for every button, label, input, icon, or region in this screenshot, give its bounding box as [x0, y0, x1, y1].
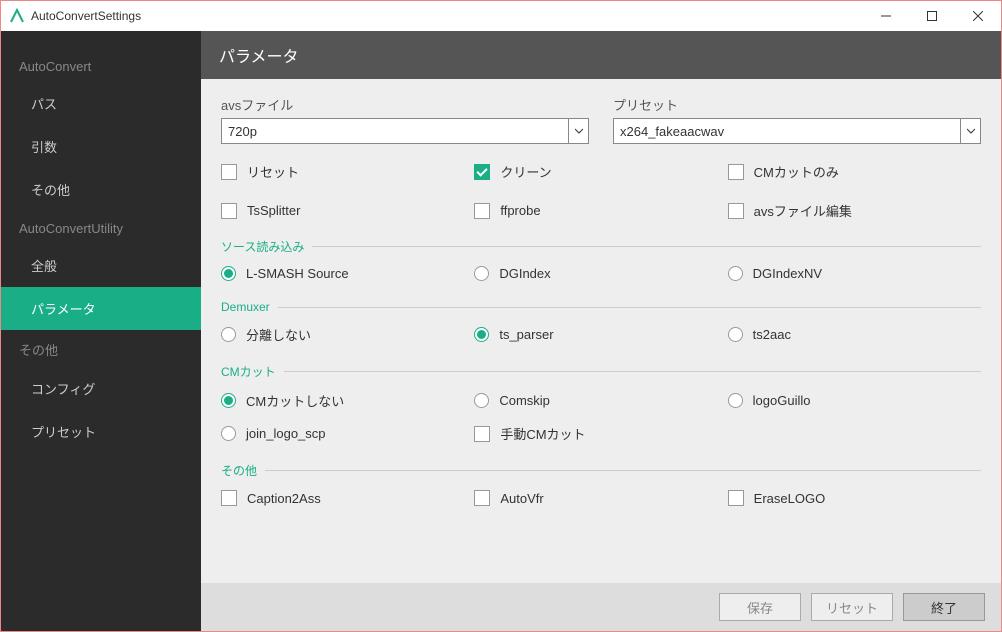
checkbox-icon — [474, 164, 490, 180]
close-button[interactable] — [955, 1, 1001, 31]
app-icon — [9, 8, 25, 24]
section-demuxer: Demuxer — [221, 300, 981, 314]
section-cmcut: CMカット — [221, 363, 981, 380]
checkbox-icon — [474, 203, 490, 219]
chevron-down-icon — [568, 119, 588, 143]
page-title: パラメータ — [201, 31, 1001, 79]
checkbox-icon — [474, 490, 490, 506]
radio-icon — [221, 266, 236, 281]
checkbox-clean[interactable]: クリーン — [474, 156, 727, 187]
avs-label: avsファイル — [221, 95, 589, 114]
chevron-down-icon — [960, 119, 980, 143]
app-window: AutoConvertSettings AutoConvert パス 引数 その… — [0, 0, 1002, 632]
section-source: ソース読み込み — [221, 238, 981, 255]
radio-no-demux[interactable]: 分離しない — [221, 318, 474, 351]
checkbox-icon — [728, 203, 744, 219]
radio-comskip[interactable]: Comskip — [474, 384, 727, 417]
radio-icon — [728, 327, 743, 342]
body: AutoConvert パス 引数 その他 AutoConvertUtility… — [1, 31, 1001, 631]
checkbox-caption2ass[interactable]: Caption2Ass — [221, 483, 474, 513]
radio-lsmash[interactable]: L-SMASH Source — [221, 259, 474, 288]
sidebar-item-parameters[interactable]: パラメータ — [1, 287, 201, 330]
sidebar-item-config[interactable]: コンフィグ — [1, 367, 201, 410]
checkbox-icon — [221, 164, 237, 180]
checkbox-autovfr[interactable]: AutoVfr — [474, 483, 727, 513]
sidebar-item-args[interactable]: 引数 — [1, 125, 201, 168]
radio-icon — [474, 266, 489, 281]
window-title: AutoConvertSettings — [31, 9, 863, 23]
checkbox-icon — [221, 490, 237, 506]
radio-joinlogoscp[interactable]: join_logo_scp — [221, 417, 474, 450]
checkbox-cmcut-only[interactable]: CMカットのみ — [728, 156, 981, 187]
radio-tsparser[interactable]: ts_parser — [474, 318, 727, 351]
reset-button[interactable]: リセット — [811, 593, 893, 621]
checkbox-icon — [728, 490, 744, 506]
titlebar: AutoConvertSettings — [1, 1, 1001, 31]
checkbox-avs-edit[interactable]: avsファイル編集 — [728, 195, 981, 226]
content: avsファイル 720p プリセット x264_fakeaacwav — [201, 79, 1001, 583]
radio-icon — [474, 327, 489, 342]
main: パラメータ avsファイル 720p プリセット x264_fakeaacwav — [201, 31, 1001, 631]
checkbox-reset[interactable]: リセット — [221, 156, 474, 187]
radio-logoguillo[interactable]: logoGuillo — [728, 384, 981, 417]
preset-select-value: x264_fakeaacwav — [620, 124, 724, 139]
radio-dgindexnv[interactable]: DGIndexNV — [728, 259, 981, 288]
radio-dgindex[interactable]: DGIndex — [474, 259, 727, 288]
radio-icon — [728, 393, 743, 408]
radio-icon — [474, 393, 489, 408]
exit-button[interactable]: 終了 — [903, 593, 985, 621]
sidebar: AutoConvert パス 引数 その他 AutoConvertUtility… — [1, 31, 201, 631]
checkbox-ffprobe[interactable]: ffprobe — [474, 195, 727, 226]
avs-select-value: 720p — [228, 124, 257, 139]
checkbox-icon — [474, 426, 490, 442]
radio-ts2aac[interactable]: ts2aac — [728, 318, 981, 351]
sidebar-item-other[interactable]: その他 — [1, 168, 201, 211]
sidebar-group: その他 — [1, 330, 201, 367]
radio-no-cmcut[interactable]: CMカットしない — [221, 384, 474, 417]
checkbox-icon — [221, 203, 237, 219]
checkbox-manual-cmcut[interactable]: 手動CMカット — [474, 417, 727, 450]
footer: 保存 リセット 終了 — [201, 583, 1001, 631]
checkbox-icon — [728, 164, 744, 180]
radio-icon — [728, 266, 743, 281]
radio-icon — [221, 327, 236, 342]
sidebar-group: AutoConvert — [1, 49, 201, 82]
sidebar-group: AutoConvertUtility — [1, 211, 201, 244]
sidebar-item-path[interactable]: パス — [1, 82, 201, 125]
radio-icon — [221, 426, 236, 441]
sidebar-item-preset[interactable]: プリセット — [1, 410, 201, 453]
save-button[interactable]: 保存 — [719, 593, 801, 621]
minimize-button[interactable] — [863, 1, 909, 31]
preset-label: プリセット — [613, 95, 981, 114]
preset-select[interactable]: x264_fakeaacwav — [613, 118, 981, 144]
avs-select[interactable]: 720p — [221, 118, 589, 144]
radio-icon — [221, 393, 236, 408]
maximize-button[interactable] — [909, 1, 955, 31]
section-other: その他 — [221, 462, 981, 479]
checkbox-eraselogo[interactable]: EraseLOGO — [728, 483, 981, 513]
sidebar-item-general[interactable]: 全般 — [1, 244, 201, 287]
checkbox-tssplitter[interactable]: TsSplitter — [221, 195, 474, 226]
